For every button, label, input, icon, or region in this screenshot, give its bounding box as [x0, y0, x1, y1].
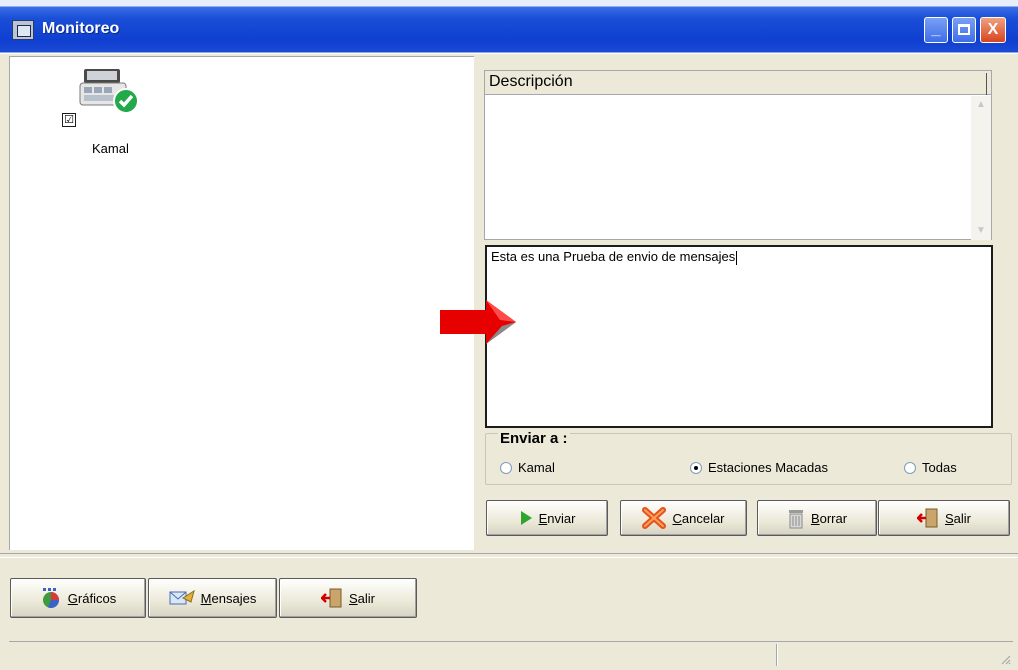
message-text: Esta es una Prueba de envio de mensajes	[491, 249, 736, 264]
cancel-x-icon	[642, 507, 667, 529]
panel-divider	[0, 553, 1018, 558]
radio-icon	[500, 461, 512, 474]
radio-icon	[904, 461, 916, 474]
scroll-down-icon[interactable]: ▼	[974, 224, 988, 238]
grid-header: Descripción	[485, 71, 991, 95]
borrar-button[interactable]: Borrar	[757, 500, 877, 536]
mensajes-label: Mensajes	[200, 590, 257, 606]
app-icon	[12, 20, 34, 40]
message-textarea[interactable]: Esta es una Prueba de envio de mensajes	[485, 245, 993, 428]
status-bar	[9, 641, 1013, 667]
minimize-button[interactable]: _	[924, 17, 948, 43]
title-bar[interactable]: Monitoreo _ X	[0, 0, 1018, 54]
toolbar-salir-label: Salir	[348, 590, 375, 606]
close-icon: X	[987, 21, 999, 38]
radio-estaciones-macadas[interactable]: Estaciones Macadas	[690, 460, 828, 475]
radio-label: Kamal	[518, 460, 555, 475]
close-button[interactable]: X	[980, 17, 1006, 43]
radio-kamal[interactable]: Kamal	[500, 460, 555, 475]
radio-selected-icon	[690, 461, 702, 474]
computer-icon	[79, 69, 139, 114]
maximize-icon	[958, 24, 970, 35]
send-to-group: Enviar a : Kamal Estaciones Macadas Toda…	[485, 430, 1012, 485]
graficos-button[interactable]: Gráficos	[10, 578, 146, 618]
exit-door-icon	[320, 588, 342, 608]
borrar-label: Borrar	[810, 510, 848, 526]
column-header-descripcion[interactable]: Descripción	[487, 73, 987, 95]
salir-button[interactable]: Salir	[878, 500, 1010, 536]
radio-label: Todas	[922, 460, 957, 475]
status-separator	[776, 644, 778, 666]
text-caret	[736, 250, 738, 265]
mensajes-button[interactable]: Mensajes	[148, 578, 277, 618]
maximize-button[interactable]	[952, 17, 976, 43]
salir-label: Salir	[944, 510, 971, 526]
window-title: Monitoreo	[42, 20, 120, 37]
red-arrow-icon	[440, 300, 516, 344]
send-to-title: Enviar a :	[498, 430, 570, 447]
grid-scrollbar[interactable]: ▲ ▼	[971, 96, 991, 240]
message-icon	[169, 589, 195, 605]
cancelar-button[interactable]: Cancelar	[620, 500, 747, 536]
enviar-label: Enviar	[538, 510, 576, 526]
scroll-up-icon[interactable]: ▲	[974, 98, 988, 112]
radio-label: Estaciones Macadas	[708, 460, 828, 475]
station-item-kamal[interactable]: ☑ Kamal	[54, 67, 154, 167]
cancelar-label: Cancelar	[672, 510, 725, 526]
radio-todas[interactable]: Todas	[904, 460, 957, 475]
minimize-icon: _	[931, 21, 941, 38]
play-icon	[520, 511, 532, 525]
enviar-button[interactable]: Enviar	[486, 500, 608, 536]
station-label: Kamal	[92, 141, 129, 156]
trash-icon	[788, 510, 803, 529]
toolbar-salir-button[interactable]: Salir	[279, 578, 417, 618]
station-checkbox[interactable]: ☑	[62, 113, 76, 127]
message-panel: Descripción ▲ ▼ Esta es una Prueba de en…	[481, 63, 1012, 553]
exit-door-icon	[916, 508, 938, 528]
description-grid[interactable]: Descripción ▲ ▼	[484, 70, 992, 240]
chart-icon	[42, 588, 59, 608]
stations-panel: ☑ Kamal	[9, 56, 474, 550]
graficos-label: Gráficos	[67, 590, 117, 606]
resize-grip-icon[interactable]	[999, 653, 1011, 665]
